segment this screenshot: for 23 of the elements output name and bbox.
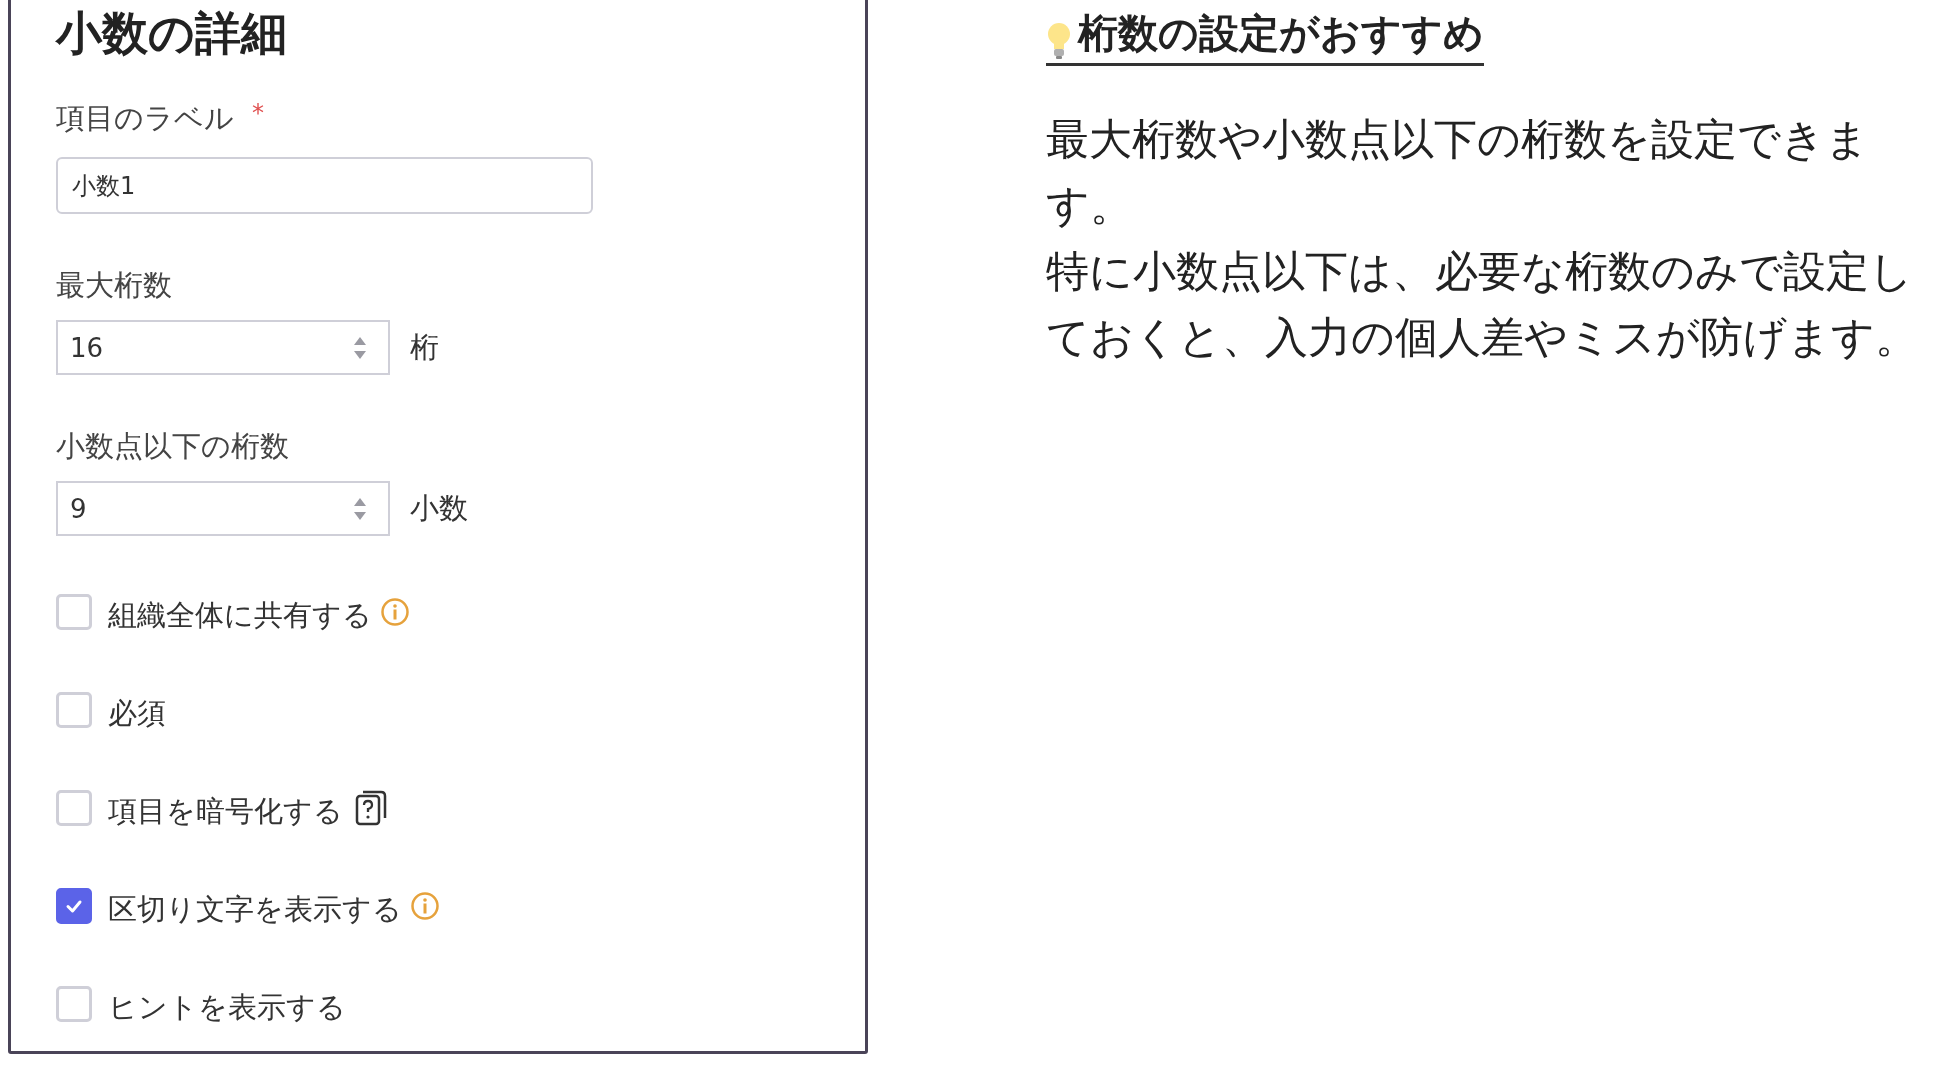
panel-title: 小数の詳細 (56, 5, 288, 62)
lightbulb-icon (1046, 21, 1072, 61)
number-input[interactable]: 9 (56, 481, 390, 536)
required-mark: * (252, 99, 264, 129)
option-label: 区切り文字を表示する (108, 891, 402, 928)
info-icon[interactable] (380, 597, 410, 627)
unit-label: 小数 (410, 489, 468, 527)
tip-heading: 桁数の設定がおすすめ (1046, 6, 1484, 66)
checkbox[interactable] (56, 888, 92, 924)
option-label: 組織全体に共有する (108, 597, 372, 634)
number-input[interactable]: 16 (56, 320, 390, 375)
field-label: 小数点以下の桁数 (56, 428, 290, 465)
info-icon[interactable] (410, 891, 440, 921)
field-label: 項目のラベル (56, 100, 234, 137)
option-label: 必須 (108, 695, 166, 732)
label-input[interactable]: 小数1 (56, 157, 593, 214)
help-icon[interactable] (355, 790, 387, 826)
option-label: 項目を暗号化する (108, 793, 343, 830)
field-label: 最大桁数 (56, 267, 173, 304)
unit-label: 桁 (410, 328, 439, 366)
option-label: ヒントを表示する (108, 989, 346, 1026)
tip-paragraph: 特に小数点以下は、必要な桁数のみで設定しておくと、入力の個人差やミスが防げます。 (1046, 245, 1919, 364)
tip-paragraph: 最大桁数や小数点以下の桁数を設定できます。 (1046, 113, 1870, 232)
